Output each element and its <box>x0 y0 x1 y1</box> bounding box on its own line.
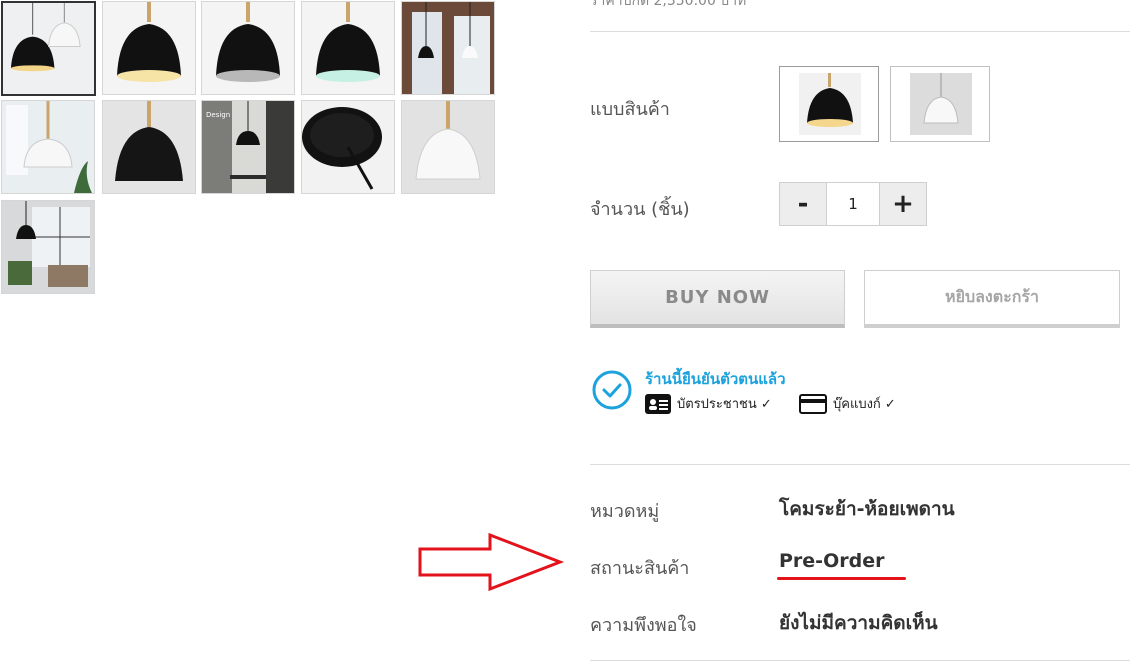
bank-book-badge: บุ๊คแบงก์ ✓ <box>799 393 896 414</box>
variant-label: แบบสินค้า <box>590 99 670 120</box>
variant-option-white[interactable] <box>890 66 990 142</box>
thumb-white-room[interactable] <box>1 100 95 194</box>
thumb-room-window[interactable] <box>401 1 495 95</box>
buy-now-button[interactable]: BUY NOW <box>590 270 845 328</box>
thumb-living-room[interactable] <box>1 200 95 294</box>
divider <box>590 660 1130 661</box>
thumb-black-mint-inside[interactable] <box>301 1 395 95</box>
thumb-poster-dining[interactable]: Design <box>201 100 295 194</box>
quantity-stepper: - 1 + <box>779 182 927 226</box>
divider <box>590 464 1130 465</box>
thumb-black-grey-inside[interactable] <box>201 1 295 95</box>
divider <box>590 31 1130 32</box>
annotation-underline <box>777 577 906 580</box>
id-card-badge: บัตรประชาชน ✓ <box>645 393 772 414</box>
verified-check-icon <box>592 370 632 410</box>
category-value[interactable]: โคมระย้า-ห้อยเพดาน <box>779 494 955 524</box>
category-label: หมวดหมู่ <box>590 501 660 522</box>
id-card-label: บัตรประชาชน ✓ <box>677 397 772 412</box>
thumb-black-plain[interactable] <box>102 100 196 194</box>
svg-text:Design: Design <box>206 111 230 119</box>
variant-option-black[interactable] <box>779 66 879 142</box>
status-value: Pre-Order <box>779 550 885 572</box>
bank-book-label: บุ๊คแบงก์ ✓ <box>833 397 896 412</box>
thumb-black-warm-inside[interactable] <box>102 1 196 95</box>
variant-black-image <box>799 73 861 135</box>
thumb-white-plain[interactable] <box>401 100 495 194</box>
id-card-icon <box>645 393 671 414</box>
thumb-ceiling-canopy[interactable] <box>301 100 395 194</box>
quantity-input[interactable]: 1 <box>826 183 880 225</box>
bank-card-icon <box>799 393 827 414</box>
thumb-black-white-pair[interactable] <box>1 1 96 96</box>
price-text: ราคาปกติ 2,350.00 บาท <box>590 0 747 9</box>
variant-white-image <box>910 73 972 135</box>
annotation-arrow-icon <box>418 532 565 592</box>
verified-shop-title: ร้านนี้ยืนยันตัวตนแล้ว <box>645 370 786 388</box>
quantity-label: จำนวน (ชิ้น) <box>590 199 690 220</box>
rating-label: ความพึงพอใจ <box>590 615 697 636</box>
increase-quantity-button[interactable]: + <box>880 183 926 225</box>
add-to-cart-button[interactable]: หยิบลงตะกร้า <box>864 270 1120 328</box>
decrease-quantity-button[interactable]: - <box>780 183 826 225</box>
rating-value: ยังไม่มีความคิดเห็น <box>779 612 938 634</box>
status-label: สถานะสินค้า <box>590 558 690 579</box>
